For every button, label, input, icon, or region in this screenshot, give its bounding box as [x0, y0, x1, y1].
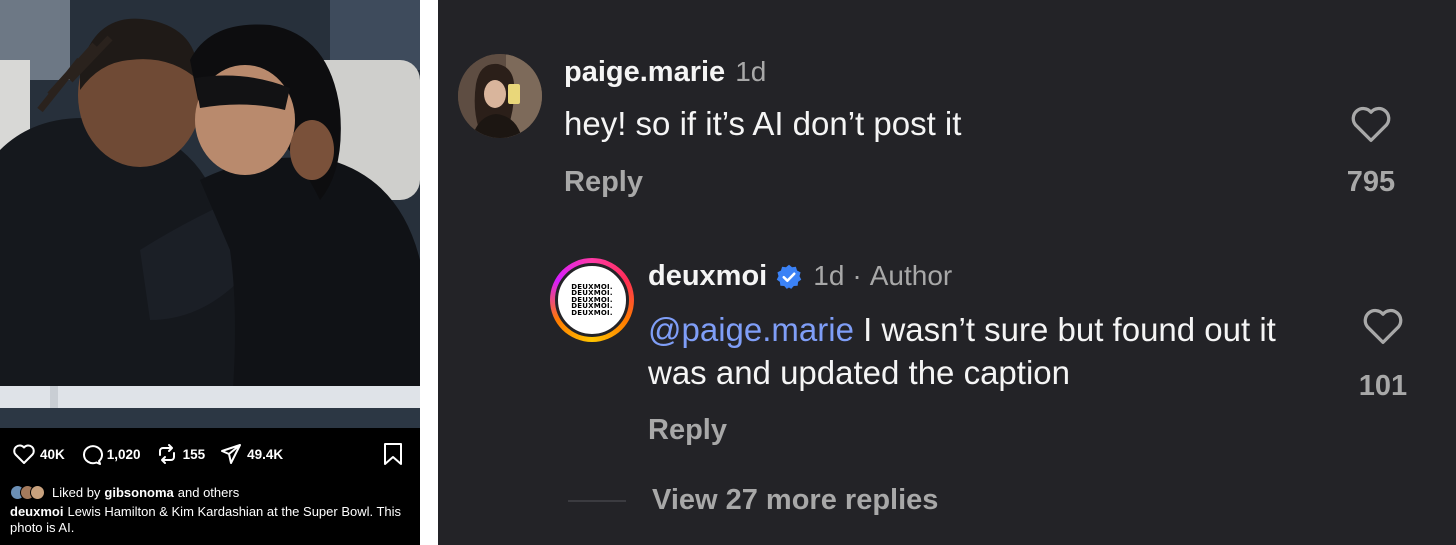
bookmark-button[interactable] [382, 442, 404, 469]
post-photo-illustration [0, 0, 420, 428]
view-more-replies-button[interactable]: View 27 more replies [568, 484, 938, 517]
post-panel: 40K 1,020 155 49.4K Liked by gibsonoma a… [0, 0, 420, 545]
comment-like: 101 [1338, 306, 1428, 403]
avatar[interactable] [458, 54, 542, 138]
caption-username[interactable]: deuxmoi [10, 504, 63, 519]
share-action[interactable]: 49.4K [219, 443, 283, 465]
comment-like: 795 [1326, 104, 1416, 199]
heart-icon [13, 444, 35, 464]
author-tag: Author [869, 260, 953, 291]
liked-by-row[interactable]: Liked by gibsonoma and others [10, 482, 239, 502]
comment-action[interactable]: 1,020 [79, 443, 141, 465]
deuxmoi-logo: DEUXMOI. DEUXMOI. DEUXMOI. DEUXMOI. DEUX… [555, 263, 629, 337]
share-icon [221, 444, 242, 464]
post-photo[interactable] [0, 0, 420, 428]
separator-dot: · [852, 260, 862, 291]
comment-icon [82, 445, 103, 465]
reposts-count: 155 [182, 446, 206, 462]
verified-badge-icon [777, 264, 802, 289]
comments-count: 1,020 [106, 446, 141, 462]
heart-icon[interactable] [1349, 104, 1393, 144]
comment: paige.marie 1d hey! so if it’s AI don’t … [458, 54, 1448, 214]
avatar-photo [458, 54, 542, 138]
reply-button[interactable]: Reply [648, 414, 727, 447]
comment-like-count: 101 [1358, 370, 1408, 402]
caption-text: Lewis Hamilton & Kim Kardashian at the S… [10, 504, 402, 535]
comment-timestamp: 1d [813, 260, 845, 291]
liked-by-suffix: and others [177, 484, 240, 500]
avatar [30, 484, 45, 500]
post-caption: deuxmoi Lewis Hamilton & Kim Kardashian a… [10, 504, 410, 536]
likes-count: 40K [40, 446, 65, 462]
comment-username[interactable]: deuxmoi [648, 260, 767, 293]
comment-header: deuxmoi 1d · Author [648, 260, 952, 293]
repost-action[interactable]: 155 [155, 443, 206, 465]
reply-comment: DEUXMOI. DEUXMOI. DEUXMOI. DEUXMOI. DEUX… [550, 258, 1448, 458]
view-more-replies-label: View 27 more replies [652, 484, 939, 516]
thread-divider [568, 499, 626, 502]
shares-count: 49.4K [247, 446, 284, 462]
liked-by-avatars [10, 484, 45, 500]
liked-by-user[interactable]: gibsonoma [104, 485, 173, 500]
comment-username[interactable]: paige.marie [564, 56, 725, 89]
liked-by-prefix: Liked by [52, 484, 101, 500]
logo-text-line: DEUXMOI. [571, 308, 613, 317]
comment-header: paige.marie 1d [564, 56, 766, 89]
comment-text: @paige.marie I wasn’t sure but found out… [648, 308, 1328, 394]
comment-timestamp: 1d [735, 56, 767, 87]
bookmark-icon [384, 443, 402, 465]
comments-panel: paige.marie 1d hey! so if it’s AI don’t … [438, 0, 1456, 545]
avatar[interactable]: DEUXMOI. DEUXMOI. DEUXMOI. DEUXMOI. DEUX… [550, 258, 634, 342]
comment-like-count: 795 [1346, 166, 1396, 198]
comment-text: hey! so if it’s AI don’t post it [564, 105, 962, 142]
repost-icon [158, 444, 175, 464]
like-action[interactable]: 40K [12, 443, 65, 465]
heart-icon[interactable] [1361, 306, 1405, 346]
mention-link[interactable]: @paige.marie [648, 311, 854, 348]
post-action-bar: 40K 1,020 155 49.4K [0, 436, 420, 472]
reply-button[interactable]: Reply [564, 166, 643, 199]
